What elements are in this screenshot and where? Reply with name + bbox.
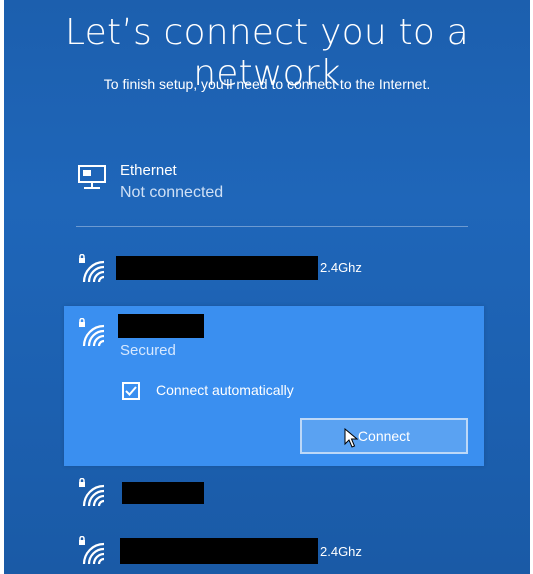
network-item[interactable] — [76, 476, 496, 512]
wifi-secured-icon — [79, 254, 105, 283]
setup-screen: Let’s connect you to a network To finish… — [4, 0, 530, 574]
connect-automatically-label[interactable]: Connect automatically — [156, 382, 294, 398]
network-status: Secured — [120, 342, 176, 359]
connect-button[interactable]: Connect — [300, 418, 468, 454]
checkmark-icon — [125, 386, 137, 396]
network-item[interactable]: 2.4Ghz — [76, 534, 496, 570]
redacted-ssid — [122, 482, 204, 504]
redacted-ssid — [118, 314, 204, 338]
redacted-ssid — [116, 256, 318, 280]
wifi-secured-icon — [79, 536, 105, 565]
ethernet-icon — [78, 165, 106, 189]
mouse-cursor-icon — [344, 428, 358, 448]
ethernet-status: Not connected — [120, 184, 224, 201]
network-item[interactable]: 2.4Ghz — [76, 252, 496, 288]
wifi-secured-icon — [79, 318, 105, 347]
page-subtitle: To finish setup, you'll need to connect … — [103, 76, 431, 92]
ethernet-item[interactable]: Ethernet Not connected — [76, 158, 476, 210]
wifi-secured-icon — [79, 478, 105, 507]
selected-network-panel[interactable]: Secured Connect automatically Connect — [64, 306, 484, 466]
network-band: 2.4Ghz — [320, 260, 362, 275]
divider — [76, 226, 468, 227]
connect-automatically-checkbox[interactable] — [122, 382, 140, 400]
redacted-ssid — [120, 538, 318, 564]
ethernet-name: Ethernet — [120, 162, 177, 179]
network-band: 2.4Ghz — [320, 544, 362, 559]
